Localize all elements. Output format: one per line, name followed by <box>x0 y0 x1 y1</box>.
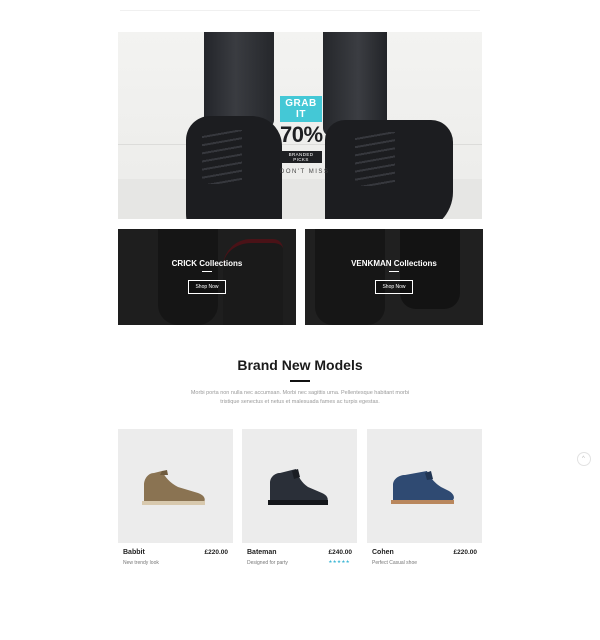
left-boot-image <box>186 116 282 219</box>
product-price: £220.00 <box>204 549 229 556</box>
collection-divider <box>202 271 212 272</box>
section-description: Morbi porta non nulla nec accumsan. Morb… <box>190 390 410 405</box>
product-image[interactable] <box>118 429 233 543</box>
banner-overlay <box>118 229 296 325</box>
product-description: New trendy look <box>123 560 159 566</box>
shop-now-button[interactable]: Shop Now <box>188 280 226 294</box>
product-price: £220.00 <box>453 549 478 556</box>
product-price: £240.00 <box>328 549 353 556</box>
product-card[interactable]: Cohen £220.00 Perfect Casual shoe <box>367 429 482 573</box>
promo-tag: GRAB IT <box>280 96 322 122</box>
promo-block: GRAB IT 70% BRANDED PICKS DON'T MISS <box>280 96 330 175</box>
promo-note: DON'T MISS <box>280 169 330 175</box>
scroll-top-button[interactable]: ^ <box>577 452 591 466</box>
product-name[interactable]: Cohen <box>372 549 394 556</box>
product-card[interactable]: Babbit £220.00 New trendy look <box>118 429 233 573</box>
left-leg <box>204 32 274 128</box>
product-description: Designed for party <box>247 560 288 566</box>
section-divider <box>290 380 310 382</box>
promo-subtitle: BRANDED PICKS <box>280 151 322 163</box>
product-name[interactable]: Bateman <box>247 549 277 556</box>
sneaker-image <box>391 471 454 504</box>
product-rating: ★★★★★ <box>328 559 350 564</box>
hero-banner[interactable]: GRAB IT 70% BRANDED PICKS DON'T MISS <box>118 32 482 219</box>
product-description: Perfect Casual shoe <box>372 560 418 566</box>
section-title: Brand New Models <box>237 357 363 373</box>
product-image[interactable] <box>242 429 357 543</box>
collection-divider <box>389 271 399 272</box>
product-name[interactable]: Babbit <box>123 549 145 556</box>
sneaker-image <box>142 470 205 505</box>
product-card[interactable]: Bateman £240.00 ★★★★★ Designed for party <box>242 429 357 573</box>
collection-title: CRICK Collections <box>171 259 243 268</box>
collection-banner-venkman[interactable]: VENKMAN Collections Shop Now <box>305 229 483 325</box>
banner-overlay <box>305 229 483 325</box>
collection-banner-crick[interactable]: CRICK Collections Shop Now <box>118 229 296 325</box>
chevron-up-icon: ^ <box>582 456 585 462</box>
right-boot-image <box>325 120 453 219</box>
product-image[interactable] <box>367 429 482 543</box>
top-divider <box>120 10 480 11</box>
shop-now-button[interactable]: Shop Now <box>375 280 413 294</box>
promo-percent: 70% <box>280 122 323 147</box>
sneaker-image <box>268 469 328 505</box>
collection-title: VENKMAN Collections <box>351 259 437 268</box>
